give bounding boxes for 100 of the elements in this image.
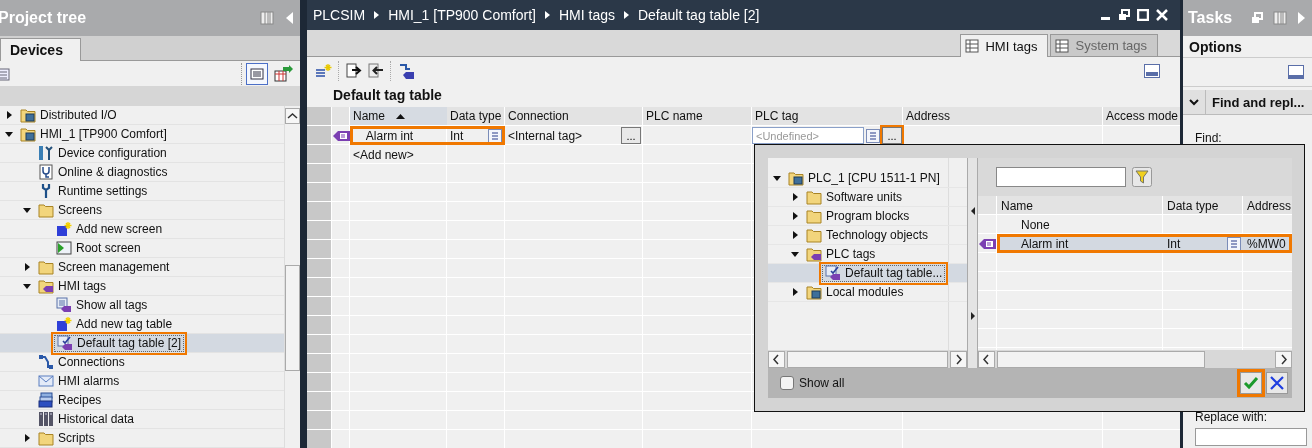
caret-down-icon[interactable] [22,205,32,215]
horizontal-scrollbar[interactable] [978,350,1292,368]
caret-right-icon[interactable] [790,230,800,240]
add-row-icon[interactable] [315,63,332,79]
splitter-right-icon[interactable] [969,311,976,320]
panel-tab[interactable]: Options [1183,36,1312,58]
tree-item[interactable]: Add new screen [54,220,165,238]
scrollbar-thumb[interactable] [997,350,1205,368]
tree-item[interactable]: Add new tag table [54,315,175,333]
tree-item[interactable]: Local modules [804,283,906,301]
caret-down-icon[interactable] [790,249,800,259]
breadcrumb-item[interactable]: HMI tags [558,7,615,23]
editor-tab[interactable]: HMI tags [960,34,1049,57]
tree-item[interactable]: PLC_1 [CPU 1511-1 PN] [786,169,942,187]
breadcrumb-item[interactable]: PLCSIM [313,7,366,23]
scroll-right-icon[interactable] [950,350,967,368]
export-icon[interactable] [346,63,362,79]
import-icon[interactable] [368,63,384,79]
list-icon[interactable] [488,128,502,143]
column-header[interactable]: Data type [447,107,505,125]
column-header[interactable]: PLC name [643,107,752,125]
list-view-icon[interactable] [246,62,268,85]
list-icon[interactable] [1227,236,1241,251]
caret-right-icon[interactable] [4,110,14,120]
column-header[interactable]: Address [1243,196,1292,215]
maximize-icon[interactable] [1137,9,1149,21]
list-icon[interactable] [866,128,880,143]
caret-down-icon[interactable] [22,281,32,291]
filter-icon[interactable] [1132,167,1152,187]
column-header[interactable]: Data type [1163,196,1243,215]
panel-layout-icon[interactable] [1144,64,1160,78]
scroll-up-icon[interactable] [285,108,300,124]
column-header[interactable]: Address [903,107,1103,125]
panel-tab[interactable]: Devices [0,38,81,61]
breadcrumb-item[interactable]: HMI_1 [TP900 Comfort] [388,7,536,23]
tree-item[interactable]: Software units [804,188,905,206]
tree-item[interactable]: Root screen [54,239,143,257]
replace-field[interactable] [1195,428,1307,446]
tree-item[interactable]: Online & diagnostics [36,163,170,181]
tree-item[interactable]: Default tag table [2] [54,334,185,352]
tree-item[interactable]: HMI alarms [36,372,122,390]
tag-connect-icon[interactable] [398,62,415,80]
tree-item[interactable]: Screen management [36,258,172,276]
section-header[interactable]: Find and repl... [1183,90,1312,115]
tree-item[interactable]: HMI_1 [TP900 Comfort] [18,125,169,143]
tree-item[interactable]: Device configuration [36,144,169,162]
caret-right-icon[interactable] [790,287,800,297]
connections-icon [38,354,54,370]
tree-item[interactable]: Screens [36,201,105,219]
tree-item[interactable]: Runtime settings [36,182,150,200]
window-layout-icon[interactable] [1288,65,1304,79]
column-header[interactable]: Access mode [1103,107,1180,125]
tree-item[interactable]: HMI tags [36,277,108,295]
caret-down-icon[interactable] [4,129,14,139]
tree-item[interactable]: Distributed I/O [18,106,119,124]
caret-right-icon[interactable] [790,192,800,202]
show-all-checkbox[interactable] [780,376,794,390]
scroll-left-icon[interactable] [768,350,785,368]
tree-item[interactable]: Program blocks [804,207,912,225]
filter-field[interactable] [996,167,1126,187]
column-header[interactable]: Connection [505,107,643,125]
scrollbar-thumb[interactable] [787,350,948,368]
horizontal-scrollbar[interactable] [768,350,967,368]
caret-right-icon[interactable] [790,211,800,221]
device-folder-icon [788,170,804,186]
browse-button[interactable]: ... [621,127,641,144]
tree-item[interactable]: Scripts [36,429,97,447]
table-export-icon[interactable] [274,64,294,83]
table-cell[interactable]: None [997,215,1163,234]
tree-item[interactable]: Historical data [36,410,137,428]
checkbox-label[interactable]: Show all [799,376,845,390]
tree-item[interactable]: Recipes [36,391,104,409]
scroll-left-icon[interactable] [978,350,995,368]
caret-down-icon[interactable] [772,173,782,183]
chevron-down-icon[interactable] [1188,97,1200,107]
column-header[interactable]: PLC tag [752,107,903,125]
close-icon[interactable] [1156,9,1168,21]
selected-row[interactable]: Alarm int Int %MW0 [978,234,1292,253]
plc-tag-field[interactable]: <Undefined> [752,127,864,144]
table-cell[interactable]: Alarm int [997,234,1163,253]
scrollbar-thumb[interactable] [285,265,300,371]
splitter-left-icon[interactable] [969,206,976,215]
tree-item[interactable]: PLC tags [804,245,878,263]
tree-item[interactable]: Technology objects [804,226,931,244]
new-item-icon [56,316,72,332]
tree-item[interactable]: Show all tags [54,296,150,314]
editor-tab[interactable]: System tags [1050,34,1158,56]
scroll-right-icon[interactable] [1275,350,1292,368]
caret-right-icon[interactable] [22,262,32,272]
cancel-button[interactable] [1266,372,1288,394]
column-header[interactable]: Name [997,196,1163,215]
breadcrumb-item[interactable]: Default tag table [2] [637,7,760,23]
caret-right-icon[interactable] [22,433,32,443]
browse-button[interactable]: ... [882,127,902,144]
tree-item[interactable]: Connections [36,353,127,371]
confirm-button[interactable] [1240,372,1262,394]
column-header[interactable]: Name [350,107,447,125]
tree-item[interactable]: Default tag table... [822,264,946,282]
add-new-row[interactable]: <Add new> [350,145,447,164]
restore-icon[interactable] [1118,9,1130,21]
